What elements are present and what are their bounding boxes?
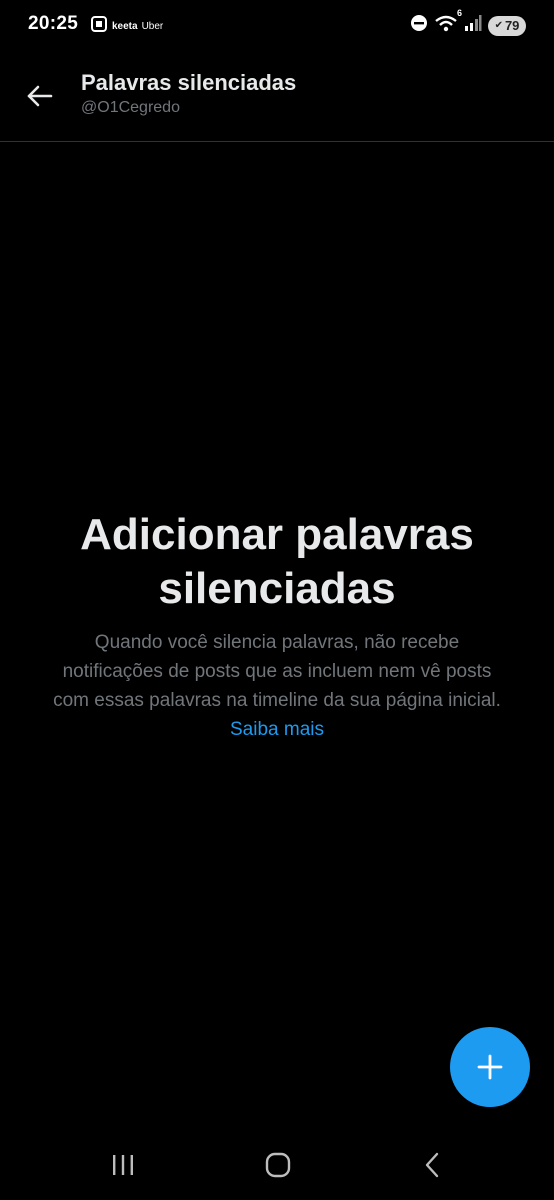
uber-app-label: Uber <box>141 21 164 32</box>
empty-state-description: Quando você silencia palavras, não receb… <box>53 632 501 711</box>
battery-indicator: ✔ 79 <box>488 15 526 36</box>
add-muted-word-button[interactable] <box>450 1027 530 1107</box>
nav-back-button[interactable] <box>413 1148 453 1182</box>
screenshot-icon <box>90 15 108 38</box>
do-not-disturb-icon <box>410 14 428 37</box>
learn-more-link[interactable]: Saiba mais <box>230 719 324 740</box>
account-handle: @O1Cegredo <box>81 99 180 116</box>
recents-icon <box>113 1155 133 1175</box>
page-title: Palavras silenciadas <box>81 70 297 95</box>
status-bar: 20:25 keeta Uber 6 ✔ 79 <box>0 0 554 52</box>
battery-level: 79 <box>504 18 520 33</box>
system-nav-bar <box>0 1128 554 1200</box>
plus-icon <box>477 1054 503 1080</box>
home-icon <box>265 1152 291 1178</box>
empty-state: Adicionar palavras silenciadas Quando vo… <box>30 508 524 744</box>
status-time: 20:25 <box>28 13 79 34</box>
keeta-app-label: keeta <box>112 21 138 32</box>
status-right-icons: 6 ✔ 79 <box>410 8 526 37</box>
header: Palavras silenciadas @O1Cegredo <box>0 52 554 142</box>
empty-state-body: Quando você silencia palavras, não receb… <box>30 628 524 744</box>
status-notification-icons: keeta Uber <box>90 15 163 38</box>
battery-saver-icon: ✔ <box>494 20 503 31</box>
wifi-badge: 6 <box>456 8 462 18</box>
back-icon <box>425 1152 439 1178</box>
recents-button[interactable] <box>103 1148 143 1182</box>
back-button[interactable] <box>22 78 58 114</box>
home-button[interactable] <box>258 1148 298 1182</box>
arrow-left-icon <box>27 85 53 107</box>
empty-state-title: Adicionar palavras silenciadas <box>80 510 474 613</box>
wifi-icon: 6 <box>434 8 462 37</box>
signal-icon <box>464 15 482 36</box>
